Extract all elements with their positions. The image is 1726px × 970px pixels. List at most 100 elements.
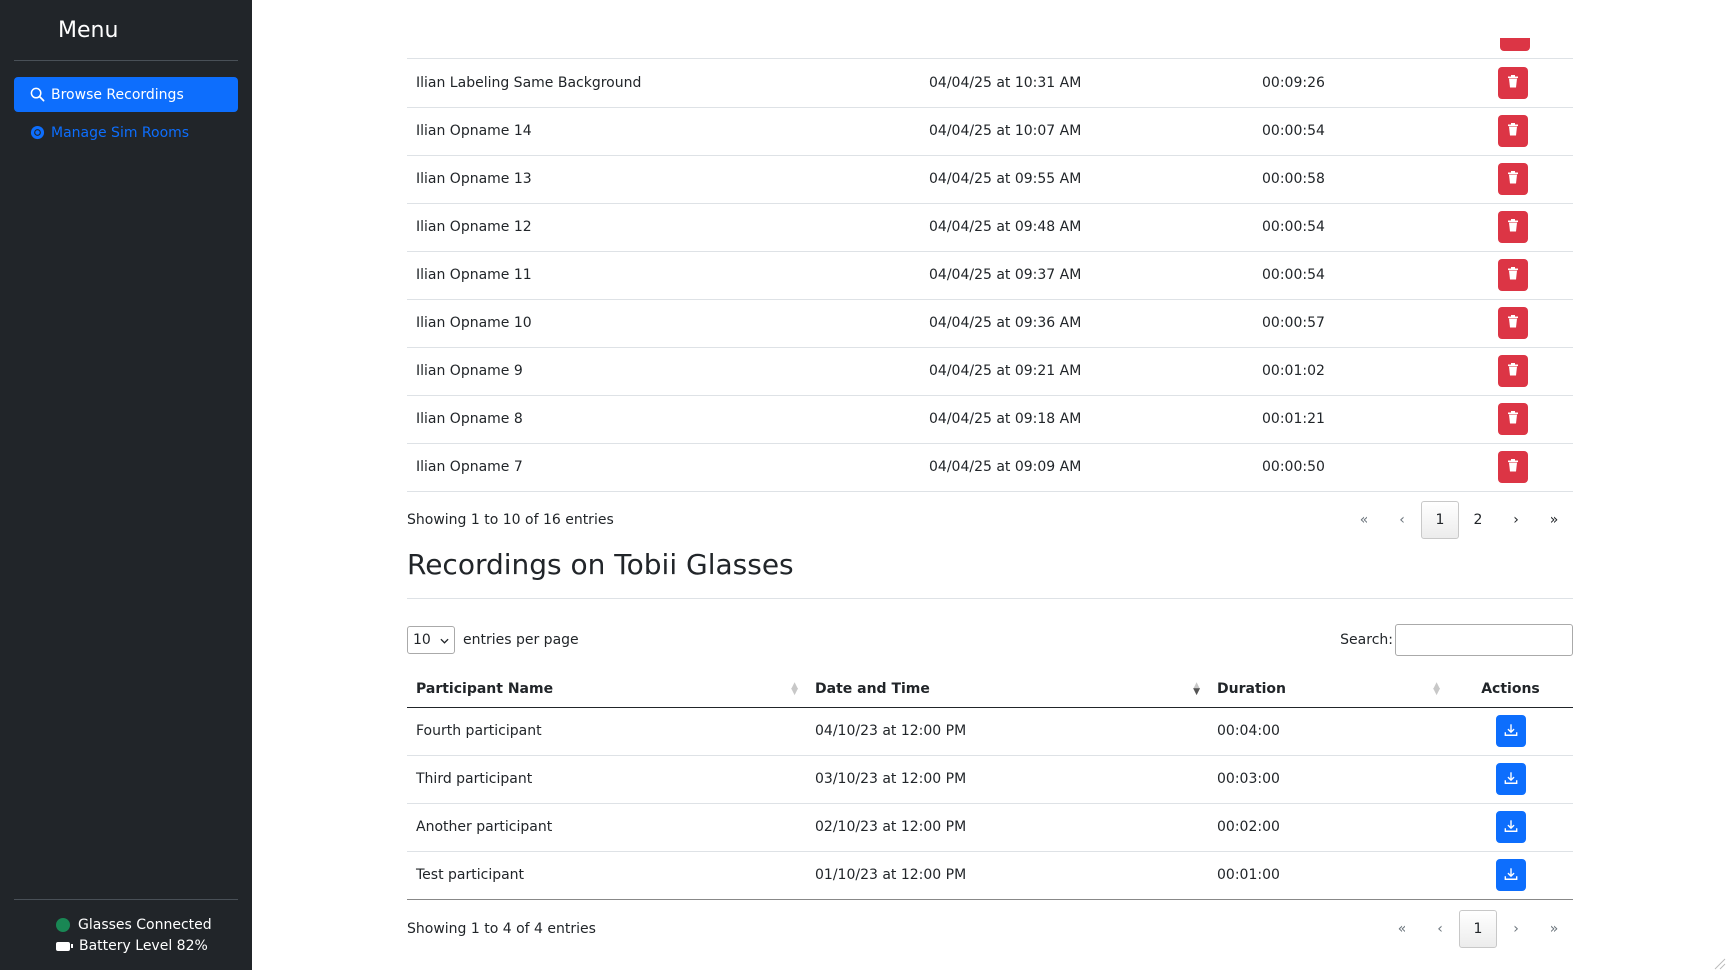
download-icon xyxy=(1504,723,1518,740)
date-time-cell: 03/10/23 at 12:00 PM xyxy=(806,755,1208,804)
actions-cell xyxy=(1453,347,1573,396)
duration-cell: 00:00:58 xyxy=(1253,155,1453,204)
search-icon xyxy=(28,86,46,104)
actions-cell xyxy=(1453,107,1573,156)
column-header-label: Date and Time xyxy=(815,680,930,697)
glasses-recordings-table: Participant Name ▲ ▼ Date and Time ▲ ▼ Dur… xyxy=(407,671,1573,900)
trash-icon xyxy=(1507,219,1519,235)
participant-name-cell: Fourth participant xyxy=(407,707,806,756)
menu-title: Menu xyxy=(58,18,119,43)
sidebar-divider xyxy=(14,899,238,900)
sort-icon: ▲ ▼ xyxy=(1433,681,1440,697)
date-time-cell: 02/10/23 at 12:00 PM xyxy=(806,803,1208,852)
download-button[interactable] xyxy=(1495,763,1526,795)
duration-cell: 00:00:50 xyxy=(1253,443,1453,492)
pagination-first[interactable]: « xyxy=(1383,910,1421,948)
table-header-row: Participant Name ▲ ▼ Date and Time ▲ ▼ Dur… xyxy=(407,671,1573,708)
download-icon xyxy=(1504,771,1518,788)
column-header-label: Duration xyxy=(1217,680,1287,697)
date-time-cell: 04/04/25 at 09:18 AM xyxy=(920,395,1253,444)
delete-button[interactable] xyxy=(1498,115,1528,147)
date-time-cell: 04/10/23 at 12:00 PM xyxy=(806,707,1208,756)
actions-cell xyxy=(1453,59,1573,108)
actions-cell xyxy=(1453,155,1573,204)
date-time-cell: 01/10/23 at 12:00 PM xyxy=(806,851,1208,900)
resize-grip-icon[interactable] xyxy=(1712,956,1726,970)
pagination-prev[interactable]: ‹ xyxy=(1421,910,1459,948)
duration-cell: 00:01:02 xyxy=(1253,347,1453,396)
delete-button[interactable] xyxy=(1498,259,1528,291)
column-header-label: Participant Name xyxy=(416,680,554,697)
table-row-partial xyxy=(407,0,1573,59)
participant-name-cell: Ilian Opname 9 xyxy=(407,347,920,396)
download-icon xyxy=(1504,819,1518,836)
pagination-last[interactable]: » xyxy=(1535,910,1573,948)
participant-name-cell: Ilian Opname 13 xyxy=(407,155,920,204)
chevron-down-icon xyxy=(440,632,449,648)
delete-button[interactable] xyxy=(1498,163,1528,195)
duration-cell: 00:03:00 xyxy=(1208,755,1448,804)
sort-desc-icon: ▲ ▼ xyxy=(1193,681,1200,697)
date-time-cell: 04/04/25 at 10:07 AM xyxy=(920,107,1253,156)
pagination-first[interactable]: « xyxy=(1345,501,1383,539)
duration-cell: 00:02:00 xyxy=(1208,803,1448,852)
column-header-date-and-time[interactable]: Date and Time ▲ ▼ xyxy=(806,671,1208,708)
pagination-page-2[interactable]: 2 xyxy=(1459,501,1497,539)
sidebar-item-manage-sim-rooms[interactable]: Manage Sim Rooms xyxy=(14,115,238,150)
delete-button[interactable] xyxy=(1498,66,1528,99)
column-header-duration[interactable]: Duration ▲ ▼ xyxy=(1208,671,1448,708)
download-button[interactable] xyxy=(1495,715,1526,747)
table-row: Ilian Opname 14 04/04/25 at 10:07 AM 00:00… xyxy=(407,107,1573,156)
delete-button[interactable] xyxy=(1500,38,1530,51)
date-time-cell: 04/04/25 at 09:55 AM xyxy=(920,155,1253,204)
battery-status-text: Battery Level 82% xyxy=(79,938,208,954)
table-row: Fourth participant 04/10/23 at 12:00 PM 00… xyxy=(407,707,1573,756)
pagination-last[interactable]: » xyxy=(1535,501,1573,539)
delete-button[interactable] xyxy=(1498,307,1528,339)
pagination-next[interactable]: › xyxy=(1497,910,1535,948)
download-button[interactable] xyxy=(1495,811,1526,843)
delete-button[interactable] xyxy=(1498,211,1528,243)
actions-cell xyxy=(1453,251,1573,300)
local-recordings-table: Ilian Labeling Same Background 04/04/25 a… xyxy=(407,0,1573,492)
pagination-next[interactable]: › xyxy=(1497,501,1535,539)
column-header-participant-name[interactable]: Participant Name ▲ ▼ xyxy=(407,671,806,708)
actions-cell xyxy=(1453,395,1573,444)
pagination-prev[interactable]: ‹ xyxy=(1383,501,1421,539)
date-time-cell: 04/04/25 at 09:21 AM xyxy=(920,347,1253,396)
entries-per-page-select[interactable]: 10 xyxy=(407,626,455,654)
table-controls: 10 entries per page Search: xyxy=(407,623,1573,657)
participant-name-cell: Ilian Opname 7 xyxy=(407,443,920,492)
circle-icon xyxy=(28,124,46,142)
duration-cell: 00:00:57 xyxy=(1253,299,1453,348)
trash-icon xyxy=(1507,363,1519,379)
table-row: Ilian Opname 7 04/04/25 at 09:09 AM 00:00:… xyxy=(407,443,1573,492)
participant-name-cell: Ilian Labeling Same Background xyxy=(407,59,920,108)
actions-cell xyxy=(1448,755,1573,804)
duration-cell: 00:00:54 xyxy=(1253,251,1453,300)
date-time-cell: 04/04/25 at 09:37 AM xyxy=(920,251,1253,300)
search-input[interactable] xyxy=(1395,624,1573,656)
pagination-page-1[interactable]: 1 xyxy=(1459,910,1497,948)
section-title: Recordings on Tobii Glasses xyxy=(407,548,794,581)
trash-icon xyxy=(1507,459,1519,475)
pagination-page-1[interactable]: 1 xyxy=(1421,501,1459,539)
entries-per-page-label: entries per page xyxy=(463,632,579,648)
sidebar-item-browse-recordings[interactable]: Browse Recordings xyxy=(14,77,238,112)
duration-cell: 00:09:26 xyxy=(1253,59,1453,108)
actions-cell xyxy=(1453,203,1573,252)
actions-cell xyxy=(1453,443,1573,492)
delete-button[interactable] xyxy=(1498,403,1528,435)
delete-button[interactable] xyxy=(1498,355,1528,387)
entries-info: Showing 1 to 10 of 16 entries xyxy=(407,512,614,528)
duration-cell: 00:04:00 xyxy=(1208,707,1448,756)
battery-status: Battery Level 82% xyxy=(56,938,208,954)
status-dot-icon xyxy=(56,918,70,932)
actions-cell xyxy=(1448,851,1573,900)
pagination: « ‹ 1 › » xyxy=(1383,910,1573,948)
battery-icon xyxy=(56,941,73,951)
table-row: Ilian Opname 8 04/04/25 at 09:18 AM 00:01:… xyxy=(407,395,1573,444)
delete-button[interactable] xyxy=(1498,451,1528,483)
connection-status-text: Glasses Connected xyxy=(78,917,212,933)
download-button[interactable] xyxy=(1495,859,1526,891)
